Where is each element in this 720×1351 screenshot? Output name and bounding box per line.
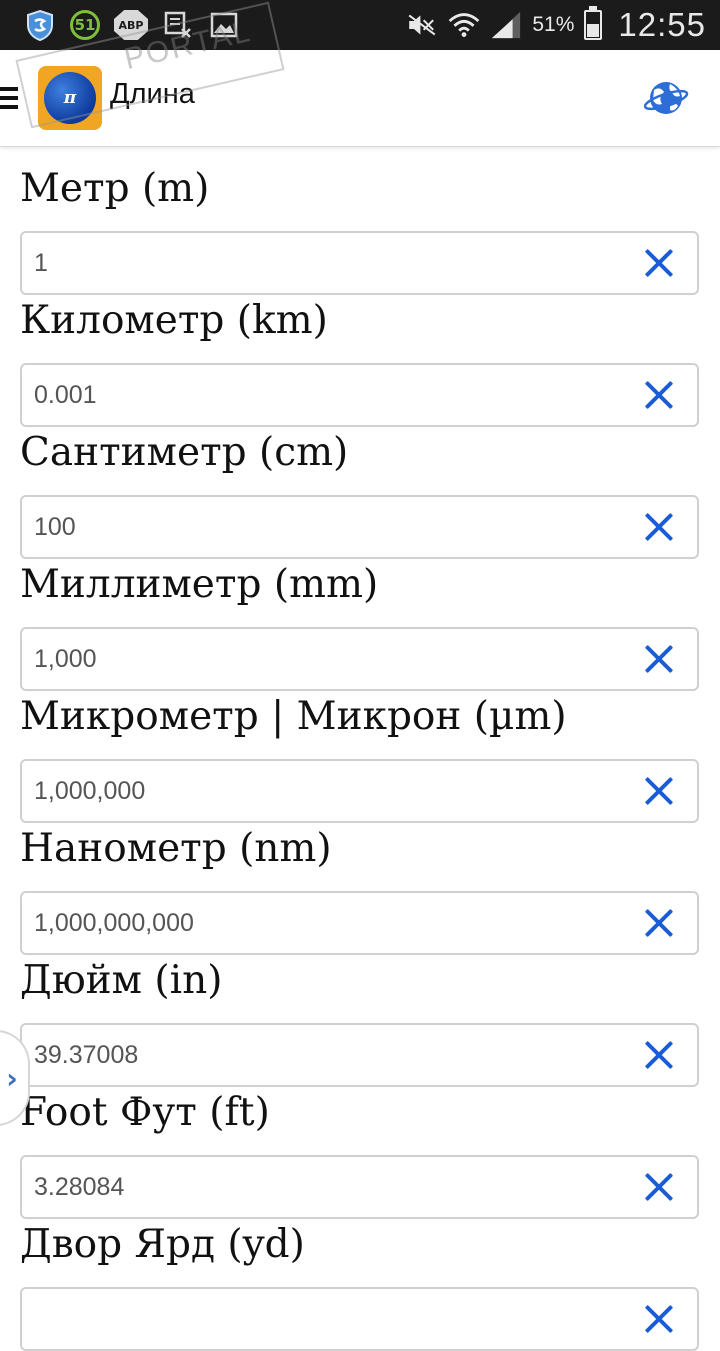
page-title: Длина (110, 78, 195, 110)
clear-icon[interactable] (643, 379, 675, 411)
unit-label: Миллиметр (mm) (20, 562, 379, 607)
clear-icon[interactable] (643, 1171, 675, 1203)
shield-icon (24, 9, 56, 41)
unit-row-nanometer: Нанометр (nm) (20, 827, 700, 955)
gallery-icon (208, 9, 240, 41)
unit-label: Foot Фут (ft) (20, 1090, 270, 1135)
system-icons: 51% 12:55 (406, 5, 706, 45)
unit-row-centimeter: Сантиметр (cm) (20, 431, 700, 559)
unit-field (20, 1023, 699, 1087)
unit-value-input[interactable] (34, 629, 614, 689)
unit-field (20, 1287, 699, 1351)
unit-value-input[interactable] (34, 893, 614, 953)
notification-count-badge: 51 (70, 10, 100, 40)
unit-label: Микрометр | Микрон (µm) (20, 694, 567, 739)
clear-icon[interactable] (643, 247, 675, 279)
unit-label: Метр (m) (20, 166, 210, 211)
battery-fill (587, 23, 600, 37)
unit-label: Сантиметр (cm) (20, 430, 349, 475)
unit-value-input[interactable] (34, 233, 614, 293)
unit-field (20, 1155, 699, 1219)
unit-row-inch: Дюйм (in) (20, 959, 700, 1087)
unit-value-input[interactable] (34, 497, 614, 557)
wifi-icon (448, 9, 480, 41)
unit-value-input[interactable] (34, 365, 614, 425)
unit-field (20, 231, 699, 295)
clear-icon[interactable] (643, 511, 675, 543)
notification-icons: 51 ABP (24, 7, 240, 43)
unit-field (20, 891, 699, 955)
unit-row-kilometer: Километр (km) (20, 299, 700, 427)
battery-percent: 51% (532, 13, 575, 36)
mute-icon (406, 9, 438, 41)
unit-value-input[interactable] (34, 1025, 614, 1085)
screenshot-icon (162, 9, 194, 41)
app-logo-globe-icon: π (44, 72, 96, 124)
unit-value-input[interactable] (34, 761, 614, 821)
unit-row-millimeter: Миллиметр (mm) (20, 563, 700, 691)
globe-icon[interactable] (643, 78, 690, 118)
battery-icon (584, 6, 603, 40)
adblock-icon: ABP (114, 10, 148, 40)
unit-value-input[interactable] (34, 1289, 614, 1349)
clock: 12:55 (618, 6, 706, 43)
unit-row-yard: Двор Ярд (yd) (20, 1223, 700, 1351)
signal-icon (490, 9, 522, 41)
app-bar: π Длина (0, 50, 720, 147)
menu-icon[interactable] (0, 87, 18, 109)
unit-field (20, 759, 699, 823)
unit-row-micrometer: Микрометр | Микрон (µm) (20, 695, 700, 823)
unit-field (20, 627, 699, 691)
unit-label: Нанометр (nm) (20, 826, 332, 871)
unit-value-input[interactable] (34, 1157, 614, 1217)
unit-label: Километр (km) (20, 298, 328, 343)
unit-label: Двор Ярд (yd) (20, 1222, 305, 1267)
clear-icon[interactable] (643, 907, 675, 939)
clear-icon[interactable] (643, 643, 675, 675)
unit-row-meter: Метр (m) (20, 167, 700, 295)
unit-field (20, 495, 699, 559)
unit-row-foot: Foot Фут (ft) (20, 1091, 700, 1219)
unit-field (20, 363, 699, 427)
status-bar: 51 ABP 51% 12:55 (0, 0, 720, 50)
clear-icon[interactable] (643, 775, 675, 807)
app-logo[interactable]: π (38, 66, 102, 130)
unit-label: Дюйм (in) (20, 958, 223, 1003)
clear-icon[interactable] (643, 1303, 675, 1335)
clear-icon[interactable] (643, 1039, 675, 1071)
